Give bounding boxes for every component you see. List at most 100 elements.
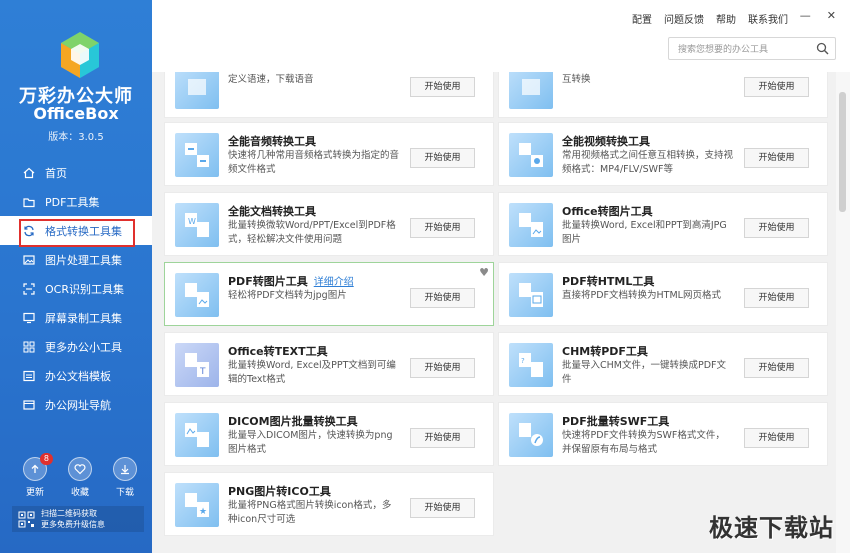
tool-card-office-to-text[interactable]: T Office转TEXT工具 批量转换Word, Excel及PPT文档到可编… (164, 332, 494, 396)
svg-text:T: T (199, 367, 206, 377)
tool-desc: 批量转换图片格式，轻松实现图片格式相互转换 (562, 74, 591, 85)
qr-text-line2: 更多免费升级信息 (41, 520, 105, 529)
tool-desc: 批量将PNG格式图片转换icon格式，多种icon尺寸可选 (228, 500, 392, 525)
detail-link[interactable]: 详细介绍 (314, 277, 354, 288)
tool-title: PNG图片转ICO工具 (228, 485, 331, 498)
help-link[interactable]: 帮助 (716, 11, 736, 26)
sidebar-item-image-tools[interactable]: 图片处理工具集 (0, 245, 152, 274)
sidebar-item-label: 首页 (45, 166, 67, 180)
tool-card-video-convert[interactable]: 全能视频转换工具 常用视频格式之间任意互相转换，支持视频格式：MP4/FLV/S… (498, 122, 828, 186)
sidebar-item-label: 格式转换工具集 (45, 224, 122, 238)
link-icon (22, 398, 36, 412)
tool-card-audio-convert[interactable]: 全能音频转换工具 快速将几种常用音频格式转换为指定的音频文件格式 开始使用 (164, 122, 494, 186)
tool-card[interactable]: 轻松输入文字便可快速转为语音，还可自定义语速，下载语音 开始使用 (164, 72, 494, 118)
sidebar-nav: 首页 PDF工具集 格式转换工具集 图片处理工具集 OCR识别工具集 屏幕录制工… (0, 158, 152, 419)
update-button[interactable]: 8 更新 (20, 453, 53, 498)
svg-text:?: ? (521, 357, 525, 365)
pdf-to-html-icon (509, 273, 553, 317)
start-button[interactable]: 开始使用 (410, 428, 475, 448)
tool-card[interactable]: 批量转换图片格式，轻松实现图片格式相互转换 开始使用 (498, 72, 828, 118)
convert-icon (22, 224, 36, 238)
start-button[interactable]: 开始使用 (410, 498, 475, 518)
heart-icon (68, 457, 92, 481)
search-input[interactable]: 搜索您想要的办公工具 (668, 37, 836, 60)
office-to-image-icon (509, 203, 553, 247)
start-button[interactable]: 开始使用 (744, 148, 809, 168)
start-button[interactable]: 开始使用 (410, 77, 475, 97)
tool-desc: 轻松将PDF文档转为jpg图片 (228, 290, 347, 301)
window-controls: — ✕ (800, 9, 836, 22)
dicom-convert-icon (175, 413, 219, 457)
start-button[interactable]: 开始使用 (410, 218, 475, 238)
tool-title: CHM转PDF工具 (562, 345, 648, 358)
sidebar-item-doc-templates[interactable]: 办公文档模板 (0, 361, 152, 390)
tool-card-pdf-to-swf[interactable]: PDF批量转SWF工具 快速将PDF文件转换为SWF格式文件，并保留原有布局与格… (498, 402, 828, 466)
start-button[interactable]: 开始使用 (744, 288, 809, 308)
sidebar-item-label: 办公文档模板 (45, 369, 111, 383)
tool-desc: 批量转换Word, Excel和PPT到高清JPG图片 (562, 220, 727, 245)
doc-icon (22, 369, 36, 383)
tool-card-png-to-ico[interactable]: ★ PNG图片转ICO工具 批量将PNG格式图片转换icon格式，多种icon尺… (164, 472, 494, 536)
sidebar: 万彩办公大师 OfficeBox 版本：3.0.5 首页 PDF工具集 格式转换… (0, 0, 152, 553)
download-label: 下载 (115, 488, 134, 498)
tool-card-chm-to-pdf[interactable]: ? CHM转PDF工具 批量导入CHM文件，一键转换成PDF文件 开始使用 (498, 332, 828, 396)
audio-convert-icon (175, 133, 219, 177)
sidebar-item-screen-record[interactable]: 屏幕录制工具集 (0, 303, 152, 332)
start-button[interactable]: 开始使用 (410, 358, 475, 378)
sidebar-item-more-tools[interactable]: 更多办公小工具 (0, 332, 152, 361)
close-icon[interactable]: ✕ (827, 9, 836, 22)
tool-grid: 轻松输入文字便可快速转为语音，还可自定义语速，下载语音 开始使用 批量转换图片格… (152, 72, 850, 553)
start-button[interactable]: 开始使用 (744, 358, 809, 378)
start-button[interactable]: 开始使用 (744, 77, 809, 97)
svg-text:W: W (188, 217, 196, 226)
sidebar-item-label: 办公网址导航 (45, 398, 111, 412)
folder-icon (22, 195, 36, 209)
favorite-button[interactable]: 收藏 (65, 457, 95, 498)
sidebar-item-ocr-tools[interactable]: OCR识别工具集 (0, 274, 152, 303)
settings-link[interactable]: 配置 (632, 11, 652, 26)
tool-card-doc-convert[interactable]: W 全能文档转换工具 批量转换微软Word/PPT/Excel到PDF格式，轻松… (164, 192, 494, 256)
tool-desc: 批量导入CHM文件，一键转换成PDF文件 (562, 360, 726, 385)
png-to-ico-icon: ★ (175, 483, 219, 527)
tool-card-office-to-image[interactable]: Office转图片工具 批量转换Word, Excel和PPT到高清JPG图片 … (498, 192, 828, 256)
scrollbar-thumb[interactable] (839, 92, 846, 212)
favorite-label: 收藏 (70, 488, 89, 498)
tool-title: 全能文档转换工具 (228, 205, 316, 218)
qr-code-icon (18, 511, 35, 527)
chm-to-pdf-icon: ? (509, 343, 553, 387)
download-icon (113, 457, 137, 481)
qr-promo[interactable]: 扫描二维码获取 更多免费升级信息 (12, 506, 144, 532)
sidebar-item-url-nav[interactable]: 办公网址导航 (0, 390, 152, 419)
sidebar-item-format-convert[interactable]: 格式转换工具集 (0, 216, 152, 247)
minimize-icon[interactable]: — (800, 9, 811, 22)
sidebar-item-home[interactable]: 首页 (0, 158, 152, 187)
tool-card-pdf-to-html[interactable]: PDF转HTML工具 直接将PDF文档转换为HTML网页格式 开始使用 (498, 262, 828, 326)
tool-card-dicom-convert[interactable]: DICOM图片批量转换工具 批量导入DICOM图片，快速转换为png图片格式 开… (164, 402, 494, 466)
tool-card-pdf-to-image[interactable]: PDF转图片工具 详细介绍 轻松将PDF文档转为jpg图片 开始使用 ♥ (164, 262, 494, 326)
screen-icon (22, 311, 36, 325)
scrollbar[interactable] (836, 72, 850, 553)
sidebar-item-label: 更多办公小工具 (45, 340, 122, 354)
tool-title: Office转图片工具 (562, 205, 653, 218)
start-button[interactable]: 开始使用 (744, 218, 809, 238)
tool-title: PDF转HTML工具 (562, 275, 655, 288)
contact-link[interactable]: 联系我们 (748, 11, 788, 26)
sidebar-item-label: PDF工具集 (45, 195, 100, 209)
favorite-heart-icon[interactable]: ♥ (479, 266, 489, 279)
download-button[interactable]: 下载 (110, 457, 140, 498)
tool-title: PDF批量转SWF工具 (562, 415, 670, 428)
pdf-to-swf-icon (509, 413, 553, 457)
sidebar-item-pdf-tools[interactable]: PDF工具集 (0, 187, 152, 216)
tool-title: 全能音频转换工具 (228, 135, 316, 148)
search-icon[interactable] (816, 42, 829, 55)
start-button[interactable]: 开始使用 (410, 148, 475, 168)
start-button[interactable]: 开始使用 (410, 288, 475, 308)
start-button[interactable]: 开始使用 (744, 428, 809, 448)
bottom-actions: 8 更新 收藏 下载 (20, 453, 140, 498)
image-icon (22, 253, 36, 267)
tool-desc: 快速将几种常用音频格式转换为指定的音频文件格式 (228, 150, 400, 175)
home-icon (22, 166, 36, 180)
topbar: 配置 问题反馈 帮助 联系我们 — ✕ 搜索您想要的办公工具 (152, 0, 850, 72)
grid-icon (22, 340, 36, 354)
feedback-link[interactable]: 问题反馈 (664, 11, 704, 26)
